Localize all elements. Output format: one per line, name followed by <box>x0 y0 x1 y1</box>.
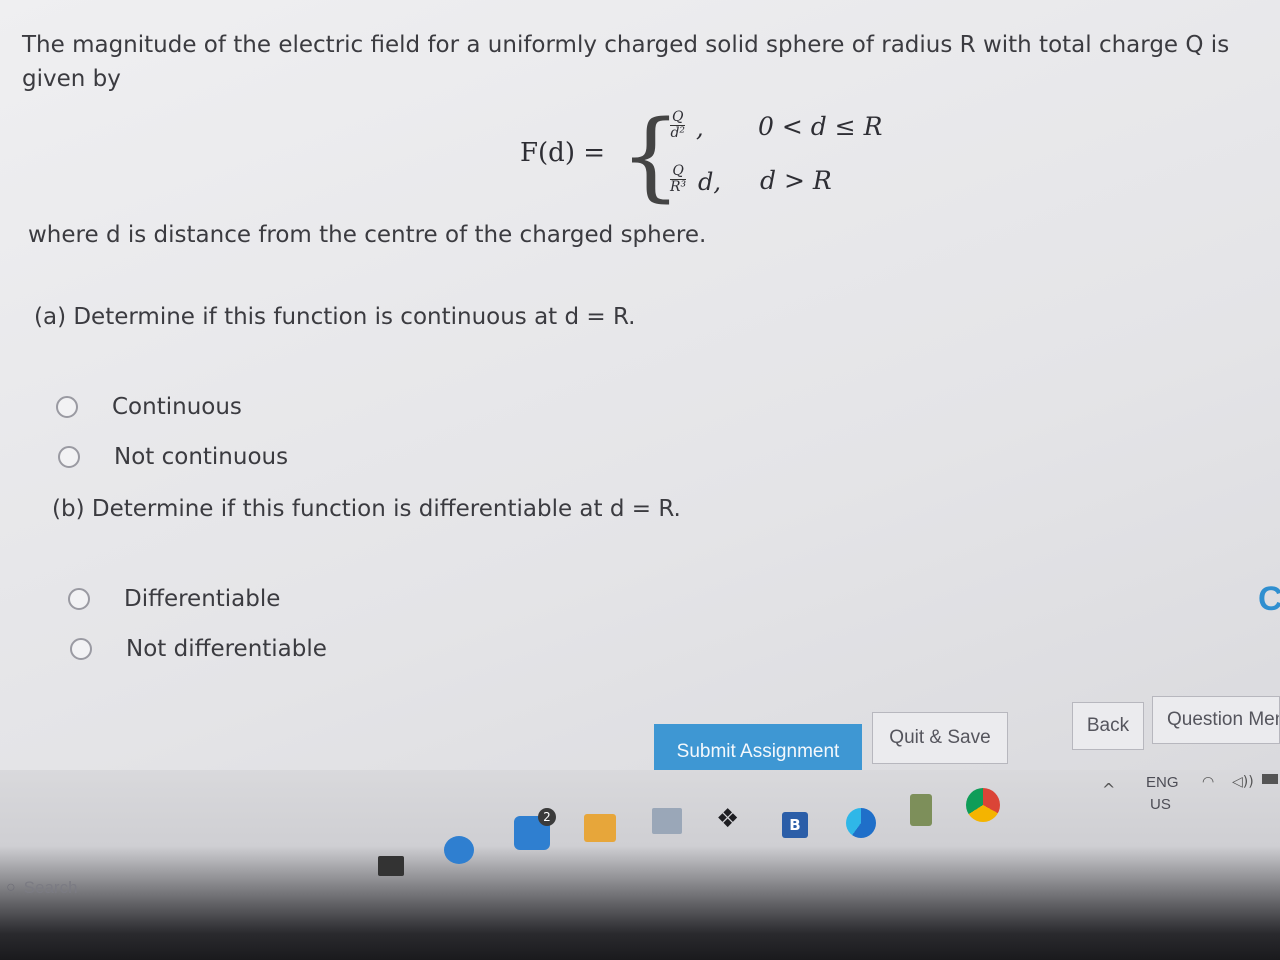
chat-icon[interactable] <box>444 836 474 864</box>
case1-tail: , <box>696 114 704 142</box>
partial-c-glyph: C <box>1258 580 1280 618</box>
b-app-icon[interactable]: B <box>782 812 808 838</box>
dropbox-icon[interactable]: ❖ <box>716 804 739 834</box>
search-placeholder: Search <box>23 878 78 897</box>
quit-save-button[interactable]: Quit & Save <box>872 712 1008 764</box>
case1-fraction: Q d² <box>670 109 686 141</box>
chrome-icon[interactable] <box>966 788 1000 822</box>
part-a-prompt: (a) Determine if this function is contin… <box>34 304 636 330</box>
formula-lhs: F(d) = <box>520 138 606 168</box>
case2-condition: d > R <box>760 166 832 195</box>
files-icon[interactable] <box>584 814 616 842</box>
store-badge: 2 <box>538 808 556 826</box>
case1-condition: 0 < d ≤ R <box>758 112 883 141</box>
option-not-continuous[interactable]: Not continuous <box>58 444 288 470</box>
notes-icon[interactable] <box>910 794 932 826</box>
chevron-up-icon[interactable]: ^ <box>1102 780 1115 799</box>
calculator-icon[interactable] <box>652 808 682 834</box>
radio-differentiable[interactable] <box>68 588 90 610</box>
option-not-differentiable-label: Not differentiable <box>126 636 327 662</box>
option-not-continuous-label: Not continuous <box>114 444 289 470</box>
option-differentiable-label: Differentiable <box>124 586 281 612</box>
where-text: where d is distance from the centre of t… <box>28 222 707 248</box>
option-continuous[interactable]: Continuous <box>56 394 242 420</box>
radio-not-continuous[interactable] <box>58 446 80 468</box>
taskbar: ENG US ^ ◠ ◁)) 2 ❖ B <box>0 770 1280 960</box>
question-menu-button[interactable]: Question Menu <box>1152 696 1280 744</box>
case2-fraction: Q R³ <box>670 163 687 195</box>
question-intro: The magnitude of the electric field for … <box>22 32 1230 92</box>
back-button[interactable]: Back <box>1072 702 1144 750</box>
folder-icon[interactable] <box>378 856 404 876</box>
option-not-differentiable[interactable]: Not differentiable <box>70 636 327 662</box>
case2-tail: d, <box>698 168 721 196</box>
store-icon[interactable]: 2 <box>514 808 556 850</box>
wifi-icon[interactable]: ◠ <box>1202 774 1214 790</box>
language-label[interactable]: ENG <box>1146 774 1179 791</box>
radio-continuous[interactable] <box>56 396 78 418</box>
edge-icon[interactable] <box>846 808 876 838</box>
part-b-prompt: (b) Determine if this function is differ… <box>52 496 681 522</box>
option-differentiable[interactable]: Differentiable <box>68 586 280 612</box>
radio-not-differentiable[interactable] <box>70 638 92 660</box>
piecewise-formula: F(d) = { Q d² , 0 < d ≤ R Q R³ d, d > R <box>520 108 940 220</box>
search-icon: ○ <box>6 879 16 896</box>
region-label[interactable]: US <box>1150 796 1171 813</box>
taskbar-search[interactable]: ○ Search <box>0 868 78 908</box>
option-continuous-label: Continuous <box>112 394 242 420</box>
battery-icon[interactable] <box>1262 774 1278 784</box>
assignment-page: The magnitude of the electric field for … <box>0 0 1280 960</box>
speaker-icon[interactable]: ◁)) <box>1232 774 1254 790</box>
